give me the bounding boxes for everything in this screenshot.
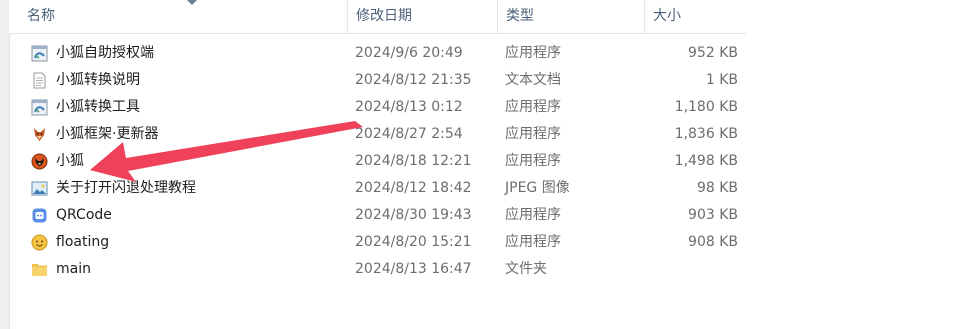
column-header-modified[interactable]: 修改日期 — [347, 0, 497, 33]
column-header-name[interactable]: 名称 — [19, 0, 352, 33]
file-name: QRCode — [56, 207, 112, 223]
file-row[interactable]: 关于打开闪退处理教程 2024/8/12 18:42 JPEG 图像 98 KB — [9, 175, 746, 202]
file-size: 952 KB — [688, 45, 738, 61]
file-row[interactable]: QRCode 2024/8/30 19:43 应用程序 903 KB — [9, 202, 746, 229]
file-row[interactable]: 小狐转换工具 2024/8/13 0:12 应用程序 1,180 KB — [9, 94, 746, 121]
column-header-size[interactable]: 大小 — [644, 0, 746, 33]
file-name: floating — [56, 234, 110, 250]
file-type: 文本文档 — [505, 72, 561, 88]
file-modified: 2024/8/13 0:12 — [355, 99, 463, 115]
file-type: 应用程序 — [505, 234, 561, 250]
file-name: 小狐转换工具 — [56, 99, 140, 115]
file-size: 1,180 KB — [674, 99, 738, 115]
folder-icon — [32, 264, 47, 276]
qrcode-app-icon — [32, 208, 47, 223]
column-header-bar: 名称 修改日期 类型 大小 — [9, 0, 746, 34]
file-name: 关于打开闪退处理教程 — [56, 180, 196, 196]
image-file-icon — [31, 181, 48, 196]
file-size: 908 KB — [688, 234, 738, 250]
file-size: 1 KB — [705, 72, 738, 88]
file-row[interactable]: main 2024/8/13 16:47 文件夹 — [9, 256, 746, 283]
file-type: 应用程序 — [505, 207, 561, 223]
file-modified: 2024/9/6 20:49 — [355, 45, 463, 61]
file-modified: 2024/8/18 12:21 — [355, 153, 472, 169]
floating-app-icon — [31, 234, 48, 251]
file-name: main — [56, 261, 91, 277]
file-name: 小狐自助授权端 — [56, 45, 154, 61]
file-name: 小狐 — [56, 153, 84, 169]
file-size: 903 KB — [688, 207, 738, 223]
file-type: JPEG 图像 — [505, 180, 570, 196]
text-file-icon — [33, 72, 46, 89]
file-type: 应用程序 — [505, 126, 561, 142]
app-exe-icon — [31, 99, 48, 116]
file-name: 小狐转换说明 — [56, 72, 140, 88]
file-row[interactable]: 小狐转换说明 2024/8/12 21:35 文本文档 1 KB — [9, 67, 746, 94]
app-exe-icon — [31, 45, 48, 62]
file-type: 应用程序 — [505, 45, 561, 61]
file-type: 应用程序 — [505, 153, 561, 169]
file-name: 小狐框架·更新器 — [56, 126, 159, 142]
file-modified: 2024/8/20 15:21 — [355, 234, 472, 250]
file-modified: 2024/8/27 2:54 — [355, 126, 463, 142]
file-modified: 2024/8/12 18:42 — [355, 180, 472, 196]
file-modified: 2024/8/12 21:35 — [355, 72, 472, 88]
file-size: 98 KB — [696, 180, 738, 196]
file-row[interactable]: 小狐自助授权端 2024/9/6 20:49 应用程序 952 KB — [9, 40, 746, 67]
column-header-type[interactable]: 类型 — [497, 0, 644, 33]
file-type: 文件夹 — [505, 261, 547, 277]
fox-app-icon — [31, 153, 48, 170]
file-modified: 2024/8/30 19:43 — [355, 207, 472, 223]
file-row[interactable]: 小狐框架·更新器 2024/8/27 2:54 应用程序 1,836 KB — [9, 121, 746, 148]
file-row[interactable]: floating 2024/8/20 15:21 应用程序 908 KB — [9, 229, 746, 256]
file-modified: 2024/8/13 16:47 — [355, 261, 472, 277]
file-size: 1,498 KB — [674, 153, 738, 169]
fox-updater-icon — [34, 128, 45, 141]
file-size: 1,836 KB — [674, 126, 738, 142]
file-type: 应用程序 — [505, 99, 561, 115]
sort-descending-icon — [187, 0, 197, 5]
file-row[interactable]: 小狐 2024/8/18 12:21 应用程序 1,498 KB — [9, 148, 746, 175]
